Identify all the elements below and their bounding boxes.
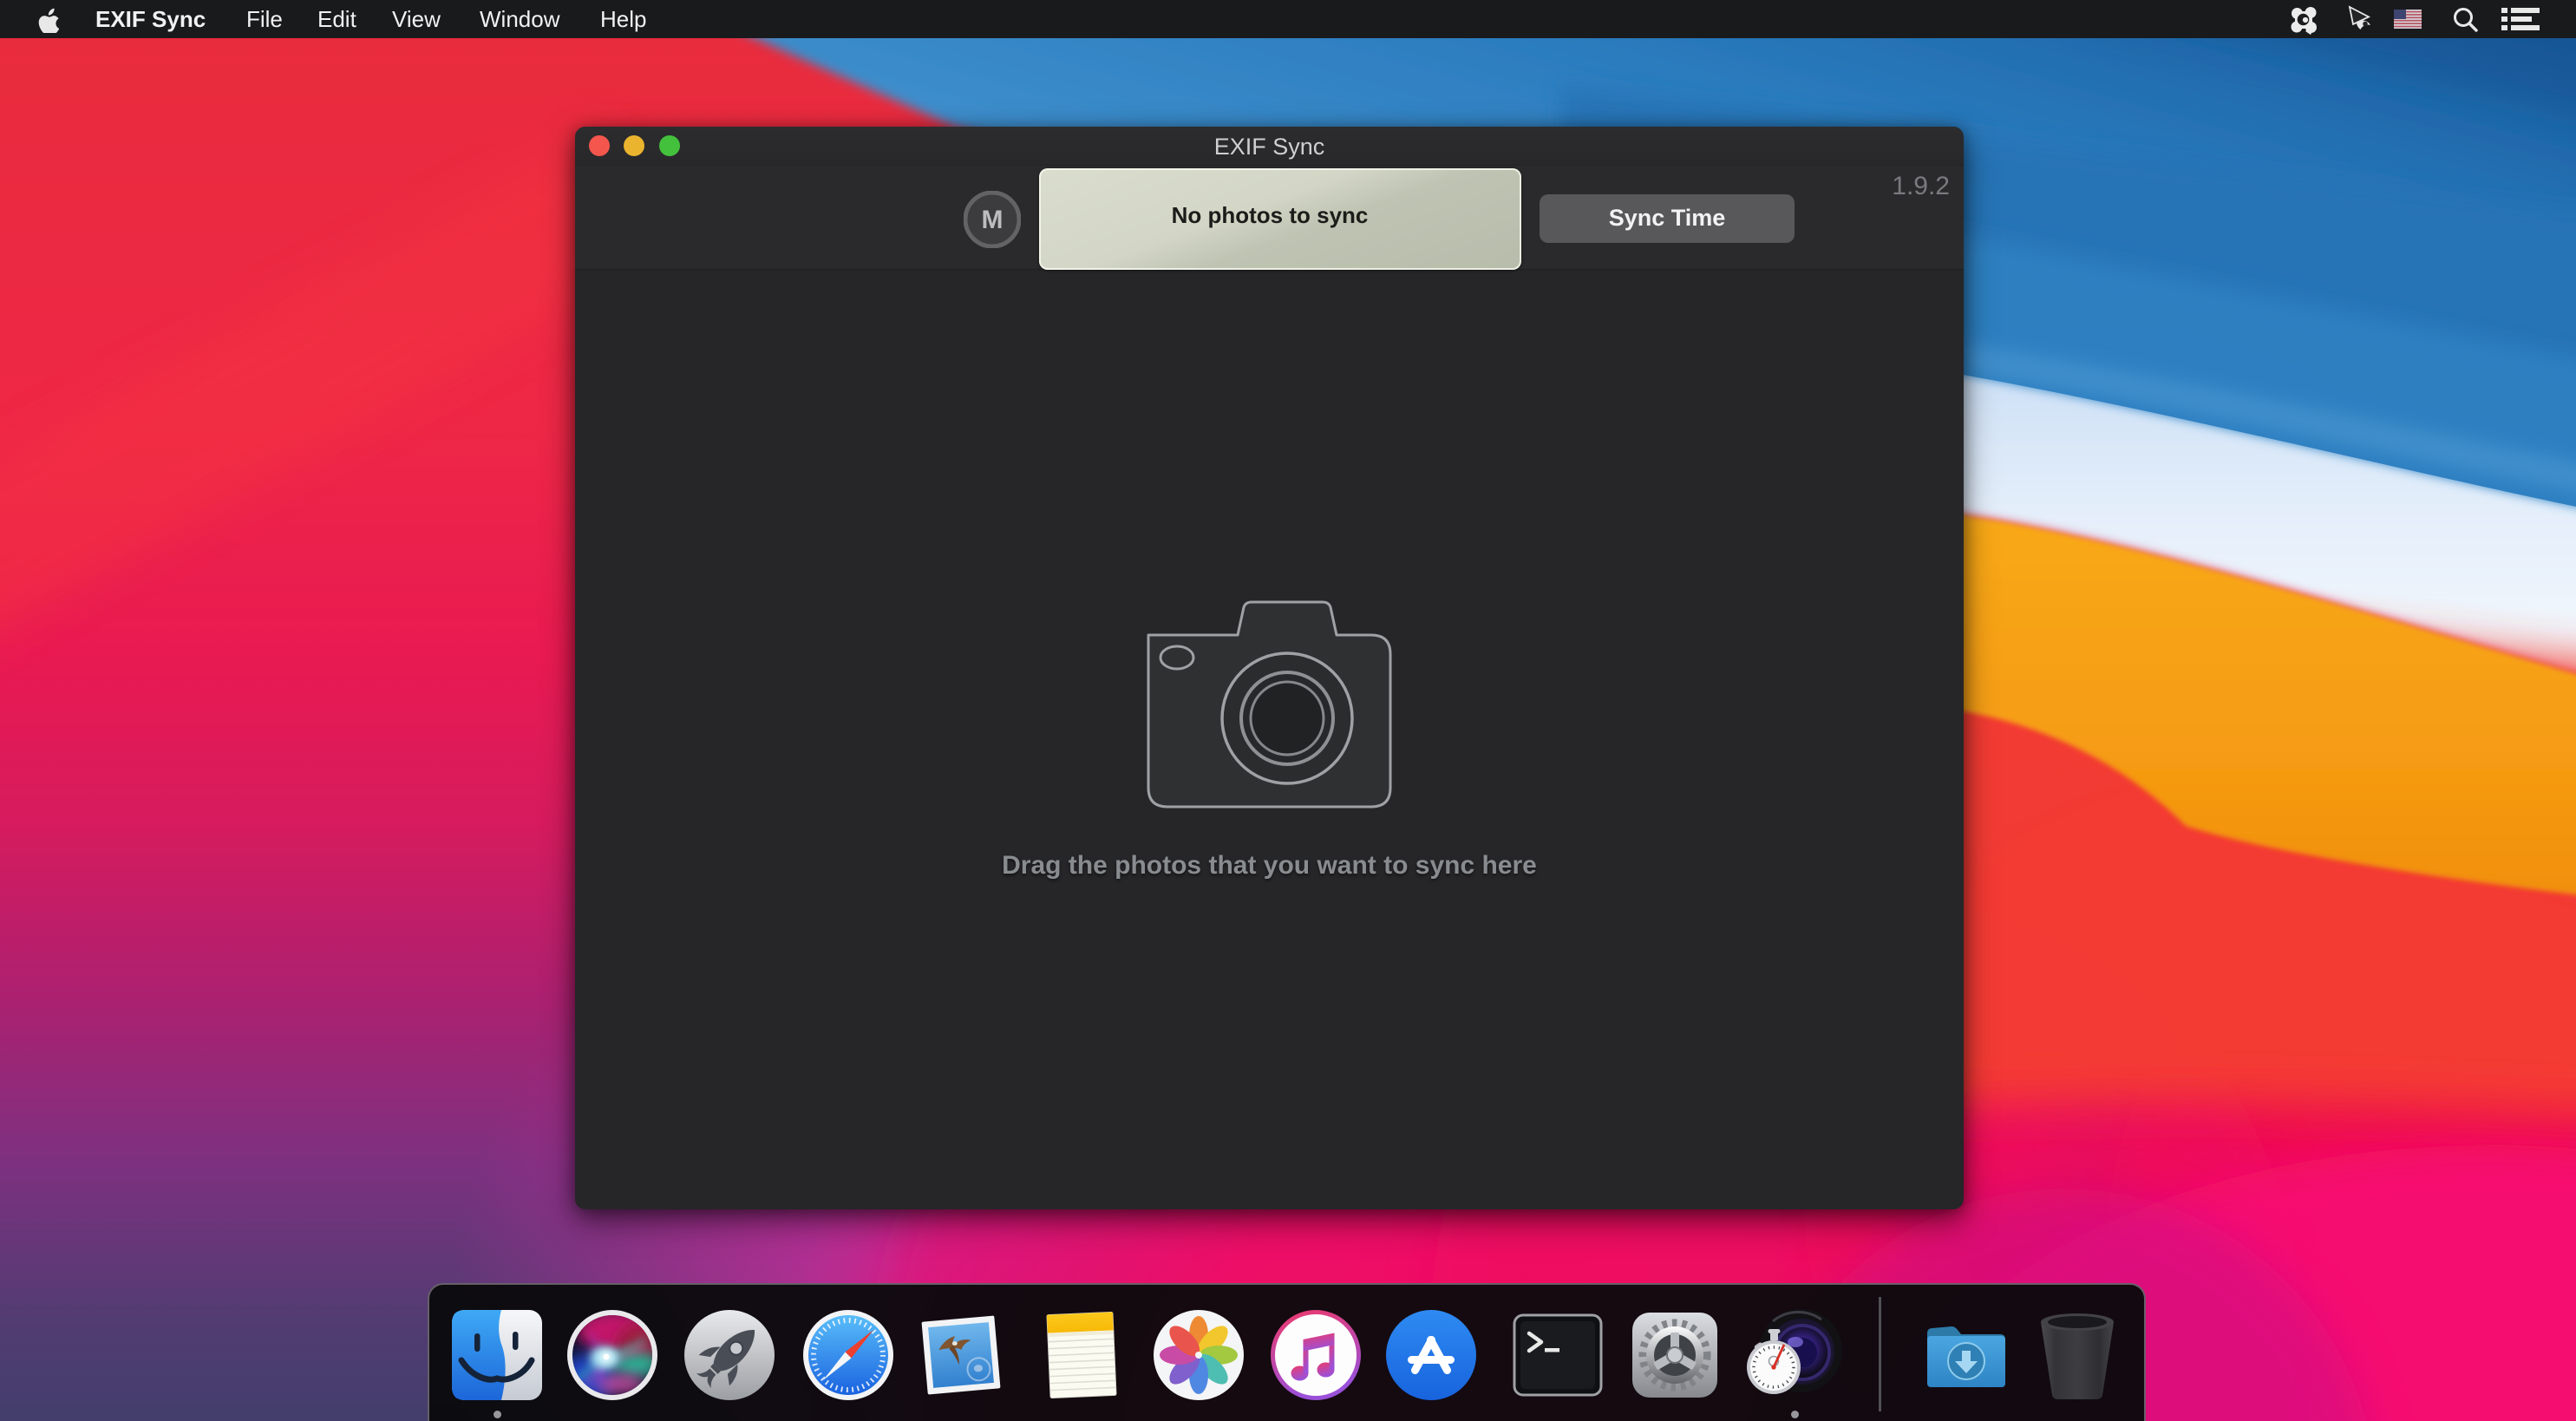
svg-text:M: M — [982, 206, 1004, 234]
